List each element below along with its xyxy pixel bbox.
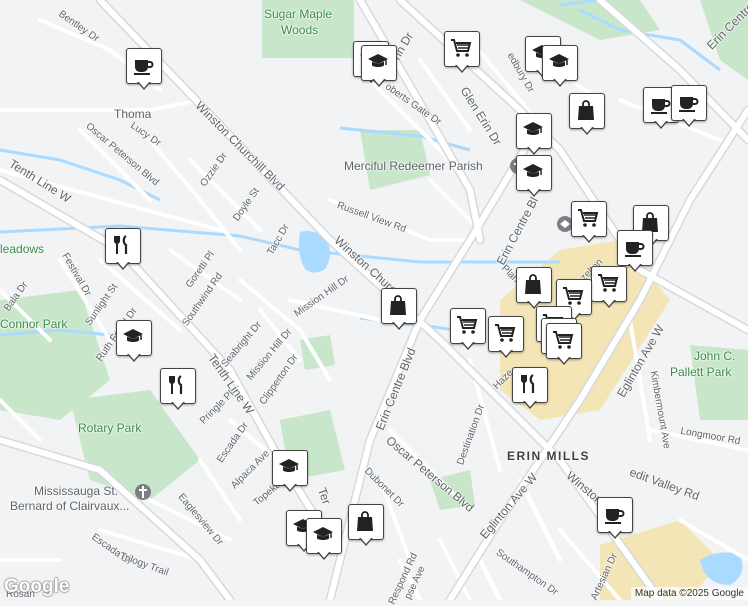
- label-woods: Woods: [281, 23, 319, 37]
- label-john-c: John C.: [694, 349, 736, 363]
- shopping-bag-pin[interactable]: [381, 288, 417, 332]
- shopping-bag-icon: [525, 274, 541, 294]
- coffee-icon: [625, 242, 645, 257]
- education-pin[interactable]: [116, 320, 152, 364]
- label-pallett-park: Pallett Park: [670, 365, 732, 379]
- restaurant-icon: [169, 375, 183, 394]
- shopping-bag-icon: [357, 511, 373, 531]
- shopping-cart-icon: [598, 274, 619, 292]
- church-marker-south: [135, 484, 151, 500]
- label-merciful-redeemer: Merciful Redeemer Parish: [344, 159, 483, 173]
- education-pin[interactable]: [306, 518, 342, 562]
- label-rotary-park: Rotary Park: [78, 421, 142, 435]
- shopping-cart-pin[interactable]: [450, 308, 486, 352]
- coffee-icon: [605, 509, 625, 524]
- shopping-cart-pin[interactable]: [546, 323, 582, 367]
- education-icon: [313, 527, 333, 540]
- shopping-cart-icon: [553, 331, 574, 349]
- education-icon: [523, 164, 543, 177]
- education-icon: [279, 459, 299, 472]
- education-pin[interactable]: [542, 45, 578, 89]
- education-icon: [523, 122, 543, 135]
- shopping-bag-pin[interactable]: [569, 93, 605, 137]
- shopping-cart-icon: [451, 39, 472, 57]
- education-pin[interactable]: [272, 450, 308, 494]
- shopping-bag-pin[interactable]: [348, 504, 384, 548]
- education-pin[interactable]: [361, 45, 397, 89]
- label-erin-mills: ERIN MILLS: [507, 449, 590, 463]
- education-icon: [123, 329, 143, 342]
- shopping-bag-icon: [390, 295, 406, 315]
- coffee-pin[interactable]: [597, 497, 633, 541]
- shopping-cart-icon: [495, 324, 516, 342]
- coffee-icon: [679, 97, 699, 112]
- restaurant-pin[interactable]: [160, 368, 196, 412]
- shopping-cart-icon: [578, 209, 599, 227]
- google-logo[interactable]: Google: [4, 576, 69, 598]
- label-thomas: Thoma: [114, 107, 152, 121]
- restaurant-pin[interactable]: [105, 228, 141, 272]
- coffee-pin[interactable]: [671, 85, 707, 129]
- coffee-icon: [134, 60, 154, 75]
- shopping-cart-pin[interactable]: [444, 31, 480, 75]
- shopping-cart-icon: [457, 316, 478, 334]
- coffee-pin[interactable]: [126, 48, 162, 92]
- education-icon: [549, 54, 569, 67]
- label-meadows: leadows: [0, 242, 45, 256]
- coffee-icon: [651, 99, 671, 114]
- shopping-cart-pin[interactable]: [488, 316, 524, 360]
- restaurant-pin[interactable]: [512, 367, 548, 411]
- education-pin[interactable]: [516, 113, 552, 157]
- map-attribution[interactable]: Map data ©2025 Google: [630, 587, 748, 600]
- education-pin[interactable]: [516, 155, 552, 199]
- label-st-bernard-1: Mississauga St.: [34, 484, 119, 498]
- shopping-cart-icon: [563, 287, 584, 305]
- restaurant-icon: [114, 235, 128, 254]
- label-sugar-maple: Sugar Maple: [264, 7, 333, 21]
- label-st-bernard-2: Bernard of Clairvaux...: [10, 499, 130, 513]
- shopping-bag-icon: [578, 100, 594, 120]
- shopping-bag-pin[interactable]: [516, 267, 552, 311]
- shopping-cart-pin[interactable]: [591, 266, 627, 310]
- shopping-cart-pin[interactable]: [571, 201, 607, 245]
- restaurant-icon: [521, 374, 535, 393]
- education-icon: [368, 54, 388, 67]
- label-connor-park: Connor Park: [0, 317, 68, 331]
